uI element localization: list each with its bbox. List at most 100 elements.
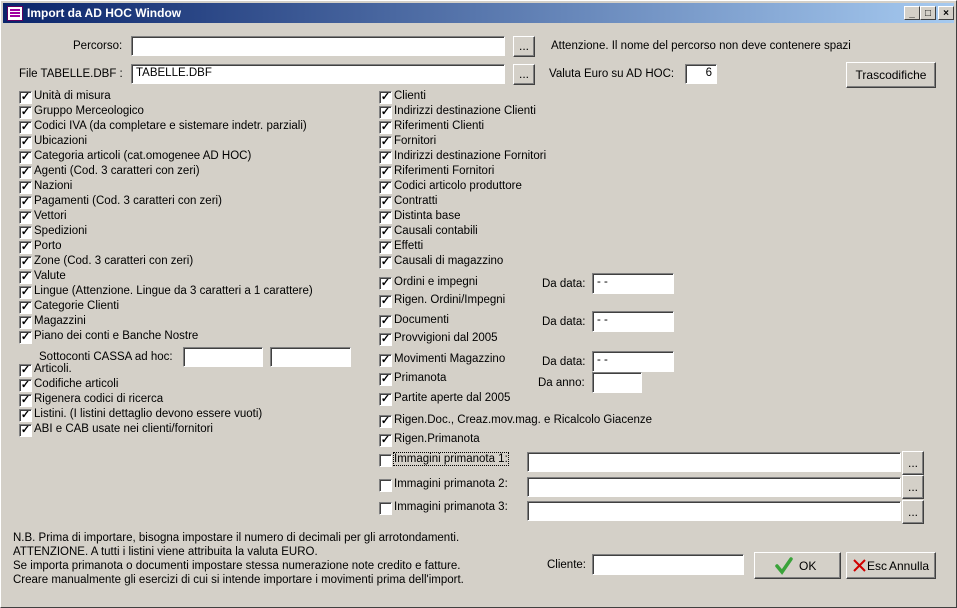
checkbox-box: ✓: [19, 226, 32, 239]
checkbox-box: ✓: [379, 91, 392, 104]
note-line-3: Se importa primanota o documenti imposta…: [13, 560, 461, 572]
checkbox-label: Pagamenti (Cod. 3 caratteri con zeri): [34, 195, 222, 207]
checkbox-label: Riferimenti Fornitori: [394, 165, 495, 177]
checkbox-box: ✓: [19, 181, 32, 194]
import-window: Import da AD HOC Window _ □ × Percorso: …: [0, 0, 957, 608]
browse-immagini-3-button[interactable]: ...: [902, 500, 924, 524]
checkbox-label: Contratti: [394, 195, 438, 207]
checkbox-box: ✓: [379, 166, 392, 179]
browse-immagini-2-button[interactable]: ...: [902, 475, 924, 499]
checkbox-label: Zone (Cod. 3 caratteri con zeri): [34, 255, 194, 267]
checkbox-label: Listini. (I listini dettaglio devono ess…: [34, 408, 263, 420]
sottoconti-input-2[interactable]: [270, 347, 351, 367]
checkbox-box: ✓: [379, 196, 392, 209]
checkbox-label: Piano dei conti e Banche Nostre: [34, 330, 199, 342]
sottoconti-input-1[interactable]: [183, 347, 263, 367]
browse-percorso-button[interactable]: ...: [513, 36, 535, 57]
window-title: Import da AD HOC Window: [27, 6, 182, 20]
checkbox-label: Codifiche articoli: [34, 378, 119, 390]
ordini-da-data-label: Da data:: [542, 278, 586, 290]
x-icon: [853, 559, 866, 572]
checkbox-box: ✓: [379, 106, 392, 119]
checkbox-label: Clienti: [394, 90, 426, 102]
check-icon: [775, 557, 793, 575]
primanota-da-anno-label: Da anno:: [538, 377, 585, 389]
ok-button[interactable]: OK: [754, 552, 841, 579]
checkbox-box: ✓: [19, 286, 32, 299]
checkbox-box: ✓: [19, 211, 32, 224]
percorso-input[interactable]: [131, 36, 505, 56]
checkbox-box: ✓: [19, 364, 32, 377]
checkbox-label: Categorie Clienti: [34, 300, 120, 312]
checkbox-label: Lingue (Attenzione. Lingue da 3 caratter…: [34, 285, 313, 297]
checkbox-label: Effetti: [394, 240, 424, 252]
checkbox-box: ✓: [379, 121, 392, 134]
checkbox-label: Rigenera codici di ricerca: [34, 393, 164, 405]
checkbox-label: Porto: [34, 240, 62, 252]
immagini-2-input[interactable]: [527, 477, 901, 497]
checkbox-label: Fornitori: [394, 135, 437, 147]
trascodifiche-button[interactable]: Trascodifiche: [846, 62, 936, 88]
documenti-date-input[interactable]: - -: [592, 311, 674, 332]
esc-annulla-button[interactable]: Esc Annulla: [846, 552, 936, 579]
primanota-anno-input[interactable]: [592, 372, 642, 393]
checkbox-box: ✓: [19, 106, 32, 119]
file-tabelle-input[interactable]: TABELLE.DBF: [131, 64, 505, 84]
maximize-button[interactable]: □: [920, 6, 936, 20]
checkbox-label: Codici IVA (da completare e sistemare in…: [34, 120, 307, 132]
checkbox-box: ✓: [19, 91, 32, 104]
checkbox-box: ✓: [19, 256, 32, 269]
checkbox-label: Categoria articoli (cat.omogenee AD HOC): [34, 150, 252, 162]
annulla-label: Annulla: [889, 559, 930, 573]
minimize-button[interactable]: _: [904, 6, 920, 20]
browse-file-button[interactable]: ...: [513, 64, 535, 85]
cliente-label: Cliente:: [547, 559, 586, 571]
checkbox-box: ✓: [19, 301, 32, 314]
note-line-2: ATTENZIONE. A tutti i listini viene attr…: [13, 546, 318, 558]
checkbox-box: ✓: [379, 256, 392, 269]
movimenti-da-data-label: Da data:: [542, 356, 586, 368]
ordini-date-input[interactable]: - -: [592, 273, 674, 294]
checkbox-label: ABI e CAB usate nei clienti/fornitori: [34, 423, 213, 435]
title-bar: Import da AD HOC Window _ □ ×: [3, 3, 954, 23]
checkbox-box: ✓: [19, 271, 32, 284]
note-line-1: N.B. Prima di importare, bisogna imposta…: [13, 532, 460, 544]
ok-label: OK: [799, 559, 817, 573]
checkbox-box: ✓: [19, 394, 32, 407]
close-button[interactable]: ×: [938, 6, 954, 20]
immagini-1-input[interactable]: [527, 452, 901, 472]
documenti-da-data-label: Da data:: [542, 316, 586, 328]
checkbox-box: ✓: [19, 316, 32, 329]
checkbox-label: Ubicazioni: [34, 135, 88, 147]
attenzione-text: Attenzione. Il nome del percorso non dev…: [551, 40, 851, 52]
note-line-4: Creare manualmente gli esercizi di cui s…: [13, 574, 464, 586]
checkbox-box: ✓: [379, 136, 392, 149]
movimenti-date-input[interactable]: - -: [592, 351, 674, 372]
valuta-input[interactable]: 6: [685, 64, 717, 84]
browse-immagini-1-button[interactable]: ...: [902, 451, 924, 475]
cliente-input[interactable]: [592, 554, 744, 575]
checkbox-label: Causali contabili: [394, 225, 478, 237]
checkbox-box: ✓: [379, 181, 392, 194]
sottoconti-label: Sottoconti CASSA ad hoc:: [39, 351, 173, 363]
checkbox-label: Causali di magazzino: [394, 255, 504, 267]
checkbox-label: Codici articolo produttore: [394, 180, 522, 192]
immagini-3-input[interactable]: [527, 501, 901, 521]
checkbox-box: ✓: [19, 241, 32, 254]
checkbox-box: ✓: [19, 136, 32, 149]
checkbox-box: ✓: [379, 226, 392, 239]
checkbox-label: Riferimenti Clienti: [394, 120, 485, 132]
file-tabelle-label: File TABELLE.DBF :: [19, 68, 123, 80]
checkbox-label: Gruppo Merceologico: [34, 105, 144, 117]
app-icon: [7, 6, 23, 21]
checkbox-box: ✓: [19, 151, 32, 164]
valuta-label: Valuta Euro su AD HOC:: [549, 68, 675, 80]
checkbox-label: Valute: [34, 270, 66, 282]
checkbox-label: Magazzini: [34, 315, 86, 327]
checkbox-label: Vettori: [34, 210, 67, 222]
esc-label: Esc: [867, 559, 888, 573]
checkbox-box: ✓: [19, 196, 32, 209]
checkbox-box: ✓: [19, 424, 32, 437]
checkbox-label: Agenti (Cod. 3 caratteri con zeri): [34, 165, 200, 177]
checkbox-label: Unità di misura: [34, 90, 111, 102]
